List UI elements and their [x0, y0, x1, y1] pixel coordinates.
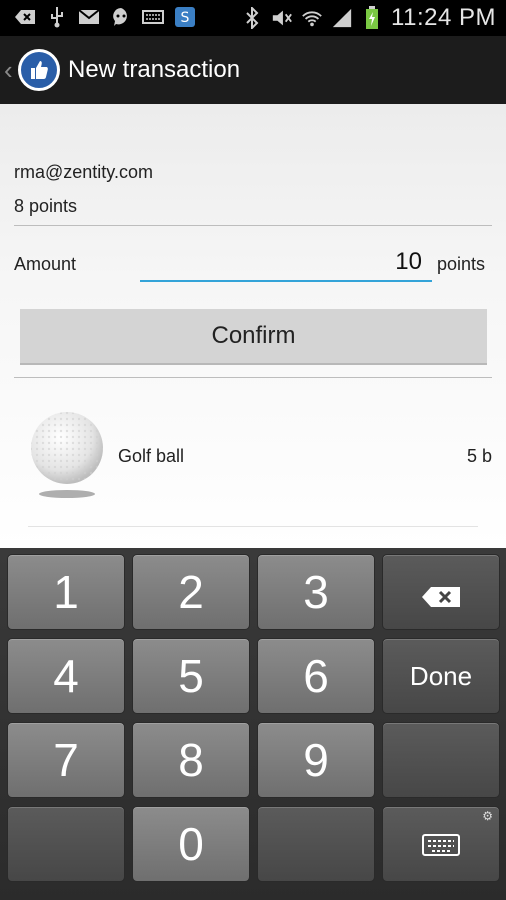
key-1[interactable]: 1	[7, 554, 125, 630]
key-8[interactable]: 8	[132, 722, 250, 798]
keyboard-icon	[142, 6, 164, 28]
divider	[14, 225, 492, 226]
page-title: New transaction	[68, 56, 241, 83]
main-content: rma@zentity.com 8 points Amount points C…	[0, 104, 506, 548]
action-bar: ‹ New transaction	[0, 36, 506, 104]
talk-icon	[110, 6, 132, 28]
mute-icon	[271, 7, 293, 29]
status-time: 11:24 PM	[391, 4, 496, 31]
blank-key[interactable]	[7, 806, 125, 882]
keyboard-settings-key[interactable]: ⚙	[382, 806, 500, 882]
status-icons-left: S	[14, 6, 196, 28]
confirm-button[interactable]: Confirm	[20, 309, 487, 365]
item-name: Golf ball	[118, 446, 185, 466]
key-6[interactable]: 6	[257, 638, 375, 714]
blank-key[interactable]	[382, 722, 500, 798]
skype-icon: S	[174, 6, 196, 28]
amount-unit: points	[437, 254, 486, 274]
account-points: 8 points	[14, 196, 78, 216]
amount-input[interactable]	[140, 244, 432, 282]
divider	[14, 377, 492, 378]
bluetooth-icon	[241, 7, 263, 29]
blank-key[interactable]	[257, 806, 375, 882]
list-item[interactable]: Golf ball 5 b	[0, 400, 506, 510]
amount-label: Amount	[14, 254, 77, 274]
backspace-key[interactable]	[382, 554, 500, 630]
backspace-icon	[421, 565, 461, 619]
battery-icon	[361, 6, 383, 29]
signal-icon	[331, 7, 353, 29]
svg-text:S: S	[181, 10, 190, 26]
divider	[28, 526, 478, 527]
add-icon	[14, 6, 36, 28]
wifi-icon	[301, 7, 323, 29]
key-3[interactable]: 3	[257, 554, 375, 630]
done-key[interactable]: Done	[382, 638, 500, 714]
status-bar: S 11:24 PM	[0, 0, 506, 36]
usb-icon	[46, 6, 68, 28]
back-chevron-icon[interactable]: ‹	[4, 57, 18, 83]
app-logo-icon[interactable]	[18, 49, 60, 91]
mail-icon	[78, 6, 100, 28]
gear-icon: ⚙	[482, 809, 493, 823]
item-cost: 5 b	[466, 446, 492, 466]
keyboard-icon	[422, 817, 460, 871]
key-7[interactable]: 7	[7, 722, 125, 798]
status-icons-right: 11:24 PM	[241, 4, 496, 32]
golf-ball-icon	[28, 410, 106, 500]
key-2[interactable]: 2	[132, 554, 250, 630]
account-email: rma@zentity.com	[14, 162, 153, 182]
key-5[interactable]: 5	[132, 638, 250, 714]
key-4[interactable]: 4	[7, 638, 125, 714]
numeric-keyboard: 1 2 3 4 5 6 Done 7 8 9 0 ⚙	[0, 548, 506, 900]
key-0[interactable]: 0	[132, 806, 250, 882]
key-9[interactable]: 9	[257, 722, 375, 798]
